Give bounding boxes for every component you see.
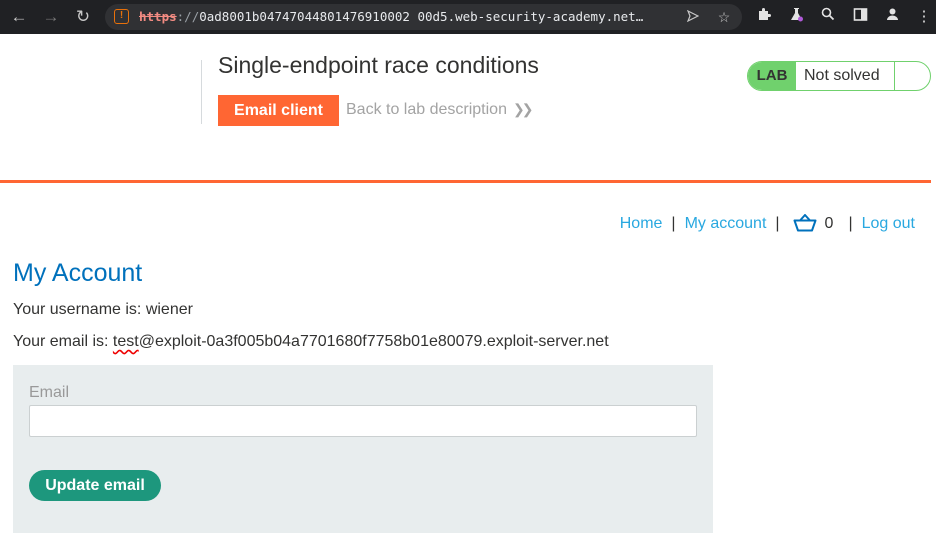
cart-count: 0 <box>824 215 834 232</box>
status-divider <box>894 62 895 90</box>
home-link[interactable]: Home <box>620 215 663 232</box>
bookmark-star-icon[interactable]: ☆ <box>714 7 734 27</box>
lab-status-text: Not solved <box>804 67 880 84</box>
extensions-icon[interactable] <box>754 7 774 27</box>
email-input[interactable] <box>29 405 697 437</box>
reload-icon[interactable]: ↻ <box>73 7 93 27</box>
back-link-label: Back to lab description <box>346 101 507 118</box>
back-to-lab-description-link[interactable]: Back to lab description ❯❯ <box>346 101 534 119</box>
address-bar[interactable]: ! https://0ad8001b04747044801476910002 0… <box>105 4 742 30</box>
email-domain: @exploit-0a3f005b04a7701680f7758b01e8007… <box>138 333 609 350</box>
side-panel-icon[interactable] <box>850 7 870 27</box>
url-separator: :// <box>176 9 200 24</box>
not-secure-icon[interactable]: ! <box>114 9 129 24</box>
change-email-form: Email Update email <box>13 365 713 533</box>
browser-menu-icon[interactable]: ⋮ <box>914 7 934 27</box>
username-prefix: Your username is: <box>13 301 146 318</box>
nav-separator: | <box>671 215 676 232</box>
email-user: test <box>112 333 139 350</box>
lab-status-widget: LAB Not solved <box>747 61 931 91</box>
username-line: Your username is: wiener <box>13 301 193 319</box>
log-out-link[interactable]: Log out <box>862 215 915 232</box>
update-email-button[interactable]: Update email <box>29 470 161 501</box>
nav-separator: | <box>848 215 853 232</box>
lab-title: Single-endpoint race conditions <box>218 52 539 78</box>
url-scheme: https <box>139 9 177 24</box>
send-icon[interactable] <box>683 7 703 27</box>
basket-icon <box>793 214 817 232</box>
header-accent-bar <box>0 180 931 183</box>
header-divider <box>201 60 202 124</box>
lab-header: Single-endpoint race conditions Email cl… <box>0 34 931 181</box>
my-account-link[interactable]: My account <box>685 215 767 232</box>
url-host: 0ad8001b04747044801476910002 00d5.web-se… <box>199 9 644 24</box>
username-value: wiener <box>145 301 193 318</box>
email-line: Your email is: test@exploit-0a3f005b04a7… <box>13 333 609 351</box>
email-label: Email <box>29 384 70 401</box>
cart-link[interactable]: 0 <box>789 214 843 232</box>
email-client-button[interactable]: Email client <box>218 95 339 126</box>
forward-icon[interactable]: → <box>41 7 61 27</box>
account-nav: Home | My account | 0 | Log out <box>620 214 915 233</box>
lab-flask-icon[interactable] <box>786 7 806 27</box>
nav-separator: | <box>775 215 780 232</box>
email-prefix: Your email is: <box>13 333 113 350</box>
zoom-icon[interactable] <box>818 7 838 27</box>
url-text[interactable]: https://0ad8001b04747044801476910002 00d… <box>139 4 671 30</box>
back-icon[interactable]: ← <box>9 7 29 27</box>
page-heading: My Account <box>13 259 143 287</box>
profile-icon[interactable] <box>882 7 902 27</box>
browser-toolbar: ← → ↻ ! https://0ad8001b0474704480147691… <box>0 0 936 34</box>
lab-badge: LAB <box>748 62 796 90</box>
double-chevron-right-icon: ❯❯ <box>512 101 534 117</box>
